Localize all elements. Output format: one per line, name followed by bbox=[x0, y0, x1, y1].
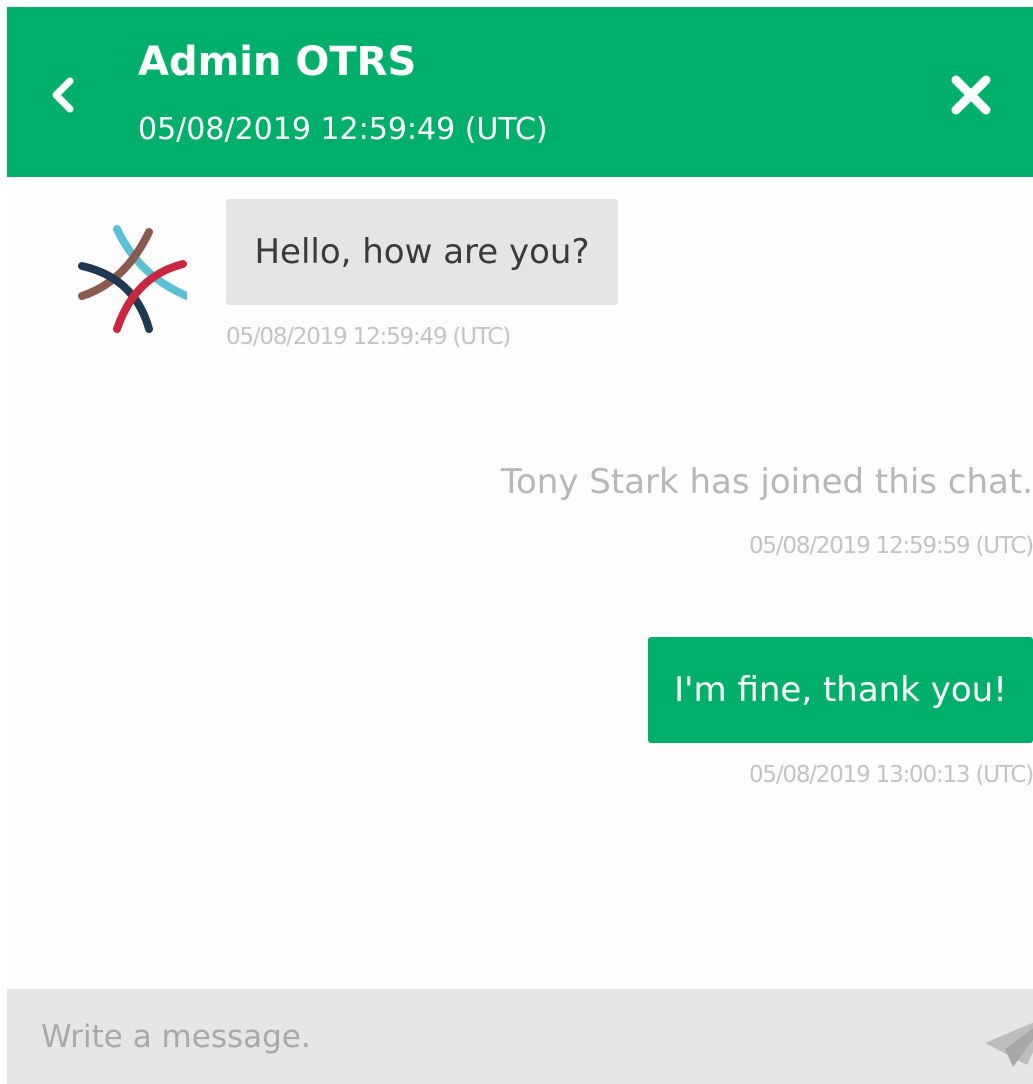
chat-window: Admin OTRS 05/08/2019 12:59:49 (UTC) Hel… bbox=[7, 7, 1033, 1084]
outgoing-message-bubble: I'm fine, thank you! bbox=[648, 637, 1033, 743]
system-message-timestamp: 05/08/2019 12:59:59 (UTC) bbox=[748, 533, 1033, 559]
close-icon bbox=[951, 75, 991, 115]
message-composer bbox=[7, 989, 1033, 1084]
chat-header: Admin OTRS 05/08/2019 12:59:49 (UTC) bbox=[7, 7, 1033, 177]
header-timestamp: 05/08/2019 12:59:49 (UTC) bbox=[138, 112, 548, 147]
system-message: Tony Stark has joined this chat. bbox=[500, 462, 1033, 502]
message-timestamp: 05/08/2019 12:59:49 (UTC) bbox=[226, 324, 511, 350]
message-input[interactable] bbox=[41, 1015, 941, 1059]
otrs-logo-icon bbox=[78, 225, 191, 333]
message-text: Hello, how are you? bbox=[254, 232, 590, 272]
close-button[interactable] bbox=[941, 65, 1001, 125]
message-text: I'm fine, thank you! bbox=[674, 670, 1007, 710]
message-timestamp: 05/08/2019 13:00:13 (UTC) bbox=[748, 762, 1033, 788]
incoming-message-bubble: Hello, how are you? bbox=[226, 199, 618, 305]
avatar bbox=[77, 224, 191, 334]
paper-plane-icon bbox=[985, 1022, 1033, 1067]
chevron-left-icon bbox=[52, 77, 74, 113]
agent-name: Admin OTRS bbox=[138, 39, 417, 85]
send-button[interactable] bbox=[983, 1005, 1033, 1071]
back-button[interactable] bbox=[37, 67, 87, 123]
